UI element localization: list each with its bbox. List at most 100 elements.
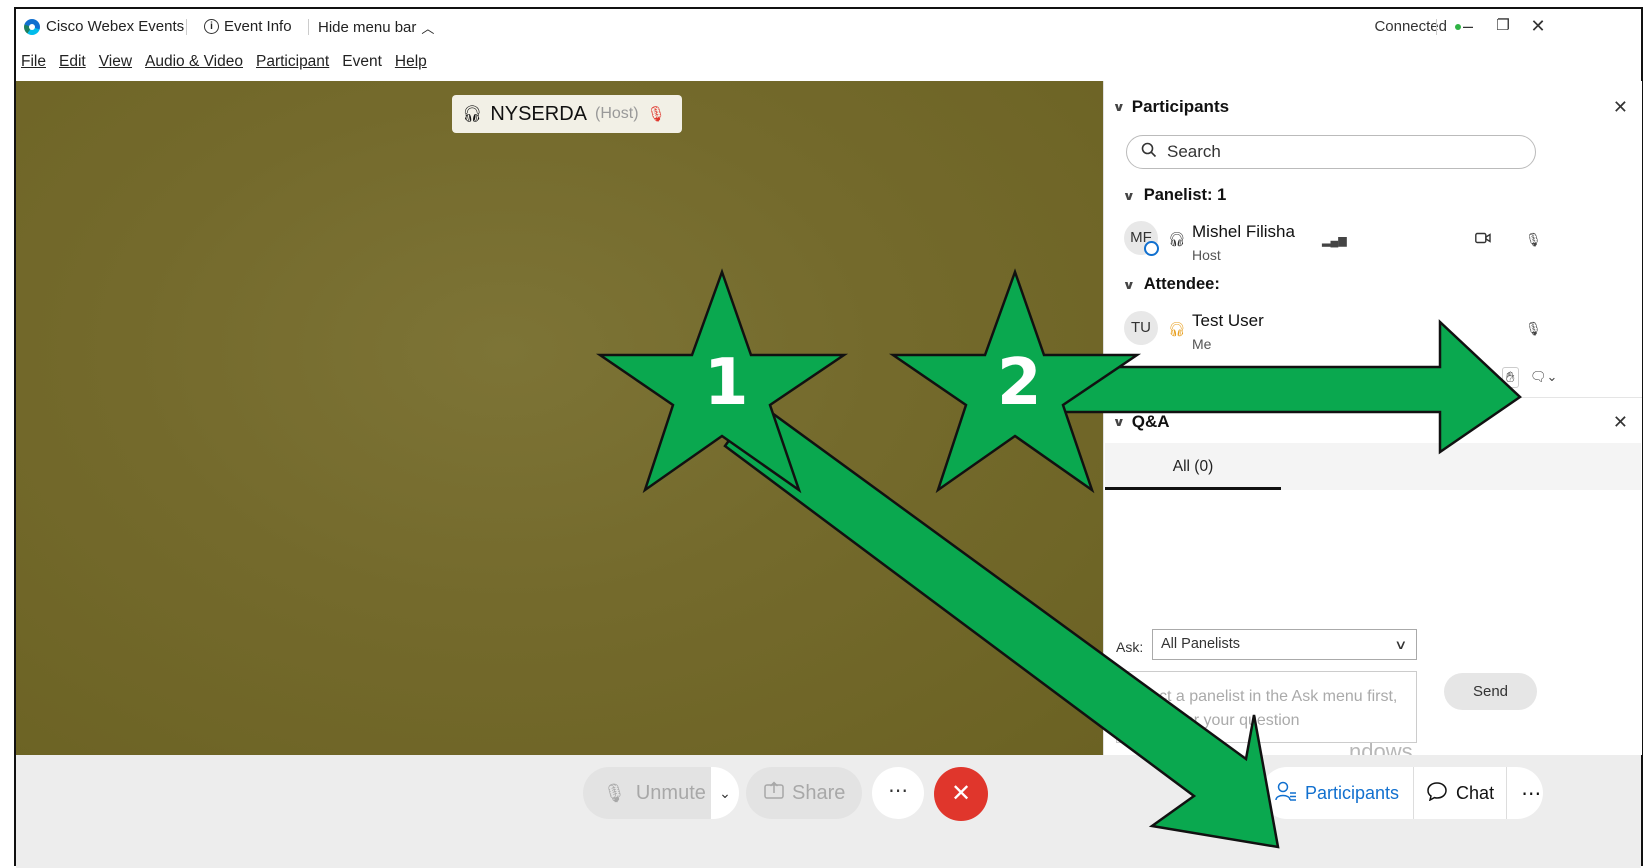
- chevron-down-icon: ∨: [1112, 415, 1126, 429]
- more-panels-button[interactable]: ⋯: [1507, 781, 1555, 806]
- send-button[interactable]: Send: [1444, 673, 1537, 710]
- chat-toggle-button[interactable]: Chat: [1414, 767, 1508, 819]
- webex-status-icon: [1144, 241, 1159, 256]
- app-title: Cisco Webex Events: [24, 18, 184, 35]
- tab-all[interactable]: All (0): [1105, 443, 1281, 490]
- menu-file-label: File: [21, 53, 46, 70]
- meeting-controls: 🎙︎ Unmute ⌄ Share ⋯ ✕ Participants Chat …: [16, 755, 1641, 868]
- chat-icon: [1426, 781, 1448, 806]
- menu-edit[interactable]: Edit: [59, 53, 86, 71]
- participants-toggle-button[interactable]: Participants: [1261, 767, 1415, 819]
- leave-meeting-button[interactable]: ✕: [934, 767, 988, 821]
- chevron-down-icon: ∨: [1394, 637, 1408, 652]
- hide-menu-bar-button[interactable]: Hide menu bar ︿: [318, 18, 434, 37]
- chevron-down-icon: ∨: [1122, 277, 1136, 292]
- hide-menu-bar-label: Hide menu bar: [318, 19, 417, 36]
- search-placeholder: Search: [1167, 142, 1221, 161]
- panelist-group-header[interactable]: ∨ Panelist: 1: [1122, 186, 1227, 205]
- avatar: TU: [1124, 311, 1158, 345]
- participant-role: Host: [1192, 247, 1221, 263]
- attendee-group-label: Attendee:: [1143, 275, 1220, 293]
- share-button[interactable]: Share: [746, 767, 862, 819]
- participants-panel-header[interactable]: ∨ Participants: [1112, 97, 1230, 117]
- close-icon: ✕: [950, 780, 972, 807]
- chat-toggle-label: Chat: [1456, 782, 1495, 803]
- qa-tabs: All (0): [1105, 443, 1641, 490]
- menu-help-label: Help: [394, 53, 427, 70]
- signal-strength-icon: ▂▄▆: [1322, 235, 1347, 247]
- close-qa-icon[interactable]: ✕: [1613, 412, 1628, 433]
- star-1-label: 1: [704, 346, 749, 420]
- info-icon: i: [204, 19, 219, 34]
- menu-event-label: Event: [342, 53, 382, 70]
- menu-event[interactable]: Event: [342, 53, 382, 71]
- share-icon: [764, 781, 784, 805]
- app-name: Cisco Webex Events: [46, 18, 185, 35]
- muted-mic-icon[interactable]: 🎙︎: [1525, 232, 1542, 248]
- muted-mic-icon: 🎙︎: [646, 106, 666, 123]
- speaker-name: NYSERDA: [490, 102, 588, 125]
- muted-mic-icon: 🎙︎: [603, 782, 626, 803]
- connection-status: Connected: [1374, 18, 1461, 35]
- divider: [308, 19, 309, 35]
- avatar-initials: TU: [1131, 319, 1151, 336]
- event-info-label: Event Info: [224, 18, 292, 35]
- close-participants-icon[interactable]: ✕: [1613, 97, 1628, 118]
- menu-audio-video[interactable]: Audio & Video: [145, 53, 243, 71]
- reactions-icon[interactable]: 🗨︎⌄: [1530, 369, 1557, 385]
- more-options-button[interactable]: ⋯: [872, 767, 924, 819]
- participants-panel-title: Participants: [1131, 97, 1230, 116]
- restore-button[interactable]: ❐: [1488, 13, 1518, 39]
- menu-file[interactable]: File: [21, 53, 46, 71]
- menu-audio-video-label: Audio & Video: [145, 53, 243, 70]
- active-speaker-badge: 🎧︎ NYSERDA (Host) 🎙︎: [452, 95, 682, 133]
- chevron-up-icon: ︿: [421, 21, 435, 36]
- participant-name: Mishel Filisha: [1192, 222, 1295, 241]
- menu-bar: File Edit View Audio & Video Participant…: [21, 53, 427, 71]
- participant-search-input[interactable]: Search: [1126, 135, 1536, 169]
- webex-logo-icon: [24, 18, 40, 35]
- menu-view[interactable]: View: [99, 53, 132, 71]
- question-input[interactable]: Select a panelist in the Ask menu first,…: [1116, 671, 1417, 743]
- menu-help[interactable]: Help: [395, 53, 427, 71]
- headset-icon: 🎧︎: [1168, 321, 1186, 337]
- search-icon: [1141, 142, 1157, 163]
- close-window-button[interactable]: ✕: [1523, 13, 1553, 39]
- minimize-button[interactable]: –: [1453, 13, 1483, 39]
- participant-name: Test User: [1192, 311, 1264, 330]
- audio-options-dropdown[interactable]: ⌄: [711, 767, 739, 819]
- webex-window: Cisco Webex Events i Event Info Hide men…: [14, 7, 1643, 868]
- muted-mic-icon[interactable]: 🎙︎: [1525, 321, 1542, 337]
- ask-selected-value: All Panelists: [1161, 636, 1240, 652]
- headset-icon: 🎧︎: [1168, 231, 1186, 247]
- video-stage: 🎧︎ NYSERDA (Host) 🎙︎: [16, 81, 1103, 755]
- avatar: MF: [1124, 221, 1159, 256]
- ask-label: Ask:: [1116, 639, 1144, 655]
- unmute-label: Unmute: [635, 781, 706, 804]
- video-camera-icon[interactable]: [1475, 232, 1491, 247]
- participants-toggle-label: Participants: [1305, 782, 1400, 803]
- menu-edit-label: Edit: [58, 53, 86, 70]
- participants-icon: [1275, 781, 1297, 806]
- menu-participant[interactable]: Participant: [256, 53, 329, 71]
- divider: [1436, 19, 1437, 35]
- qa-panel-header[interactable]: ∨ Q&A: [1112, 412, 1170, 432]
- menu-participant-label: Participant: [256, 53, 330, 70]
- event-info-button[interactable]: i Event Info: [204, 18, 292, 35]
- chevron-down-icon: ∨: [1122, 188, 1136, 203]
- participant-role: Me: [1192, 336, 1212, 352]
- raise-hand-icon[interactable]: ✋︎: [1502, 367, 1519, 388]
- panel-toggles: Participants Chat ⋯: [1261, 767, 1543, 819]
- ask-recipient-select[interactable]: All Panelists ∨: [1152, 629, 1417, 660]
- chevron-down-icon: ∨: [1112, 100, 1126, 114]
- qa-panel-title: Q&A: [1131, 412, 1170, 431]
- star-2-label: 2: [997, 346, 1042, 420]
- title-bar: Cisco Webex Events i Event Info Hide men…: [16, 9, 1641, 43]
- panelist-group-label: Panelist: 1: [1143, 186, 1227, 204]
- share-label: Share: [792, 781, 846, 804]
- menu-view-label: View: [98, 53, 133, 70]
- attendee-group-header[interactable]: ∨ Attendee:: [1122, 275, 1220, 294]
- speaker-role: (Host): [595, 105, 639, 122]
- headset-icon: 🎧︎: [462, 106, 483, 123]
- divider: [186, 19, 187, 35]
